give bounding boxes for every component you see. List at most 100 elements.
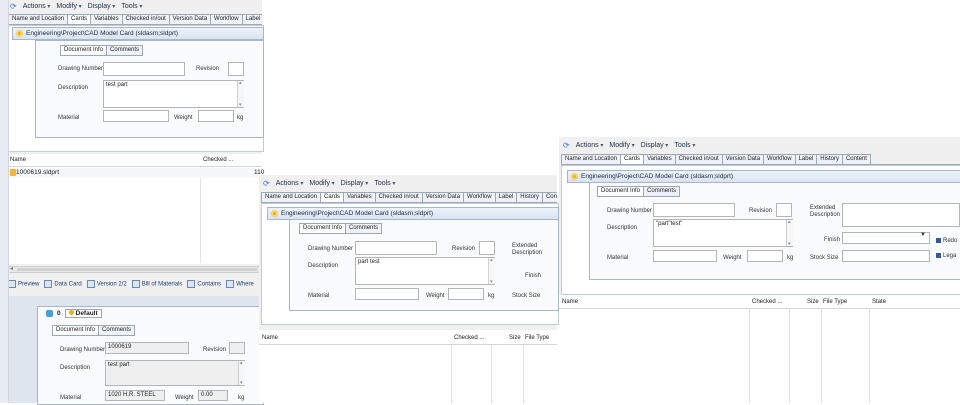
col-checked-3[interactable]: Checked ... <box>752 299 782 305</box>
tab-version-data[interactable]: Version Data <box>168 14 212 24</box>
tab3-label[interactable]: Label <box>794 154 818 164</box>
description-field[interactable]: test part <box>103 80 244 108</box>
tab-label[interactable]: Label <box>241 14 262 24</box>
col-size-3[interactable]: Size <box>807 299 819 305</box>
menu-actions[interactable]: Actions <box>23 3 51 10</box>
lower-subtab-document-info[interactable]: Document Info <box>52 325 100 336</box>
drawing-number-field-2[interactable] <box>355 241 437 255</box>
lower-description-scrollbar[interactable] <box>238 360 245 386</box>
bottom-tab-version[interactable]: Version 2/2 <box>86 280 127 288</box>
scroll-thumb[interactable] <box>17 268 257 271</box>
tab3-version-data[interactable]: Version Data <box>721 154 765 164</box>
tab3-name-location[interactable]: Name and Location <box>561 154 622 164</box>
tab2-cards[interactable]: Cards <box>320 192 345 202</box>
col-type-2[interactable]: File Type <box>525 335 549 341</box>
bottom-tab-contains[interactable]: Contains <box>187 280 221 288</box>
revision-field-3[interactable] <box>776 203 792 217</box>
lega-checkbox[interactable]: Lega <box>936 253 956 259</box>
col-name-2[interactable]: Name <box>262 335 278 341</box>
menu-modify-3[interactable]: Modify <box>609 142 634 149</box>
subtab3-document-info[interactable]: Document Info <box>597 186 645 197</box>
finish-dropdown-arrow-icon[interactable]: ▼ <box>920 232 926 238</box>
col-name-3[interactable]: Name <box>562 299 578 305</box>
weight-field-3[interactable] <box>747 250 783 262</box>
col-checked[interactable]: Checked ... <box>203 157 233 163</box>
bottom-tab-where[interactable]: Where <box>226 280 254 288</box>
col-size-2[interactable]: Size <box>509 335 521 341</box>
tab3-workflow[interactable]: Workflow <box>763 154 796 164</box>
tab2-version-data[interactable]: Version Data <box>421 192 465 202</box>
material-field[interactable] <box>103 110 169 122</box>
tab2-label[interactable]: Label <box>494 192 518 202</box>
description-field-2[interactable]: part test <box>355 257 495 285</box>
tab3-history[interactable]: History <box>816 154 843 164</box>
col-state-3[interactable]: State <box>872 299 886 305</box>
description-scrollbar[interactable] <box>237 80 244 108</box>
weight-field-2[interactable] <box>448 288 484 300</box>
material-field-2[interactable] <box>355 288 419 300</box>
tab2-variables[interactable]: Variables <box>343 192 376 202</box>
col-type-3[interactable]: File Type <box>823 299 847 305</box>
lower-subtab-comments[interactable]: Comments <box>98 325 136 336</box>
tab3-checked[interactable]: Checked in/out <box>674 154 723 164</box>
menu-modify-2[interactable]: Modify <box>309 180 334 187</box>
menu-tools-3[interactable]: Tools <box>674 142 695 149</box>
menu-modify[interactable]: Modify <box>56 3 81 10</box>
menu-tools[interactable]: Tools <box>121 3 142 10</box>
bottom-tab-bom[interactable]: Bill of Materials <box>131 280 182 288</box>
lower-drawing-number-field: 1000619 <box>105 342 189 354</box>
subtab2-document-info[interactable]: Document Info <box>299 223 347 234</box>
description-scrollbar-3[interactable] <box>786 219 793 247</box>
tab3-cards[interactable]: Cards <box>620 154 645 164</box>
revision-field[interactable] <box>228 62 244 76</box>
description-field-3[interactable]: "part"test" <box>653 219 793 247</box>
subtab2-comments[interactable]: Comments <box>345 223 383 234</box>
tab2-workflow[interactable]: Workflow <box>463 192 496 202</box>
subtab-document-info[interactable]: Document Info <box>60 45 108 56</box>
col-checked-2[interactable]: Checked ... <box>454 335 484 341</box>
revision-label-2: Revision <box>452 246 476 252</box>
refresh-icon-2[interactable]: ⟳ <box>263 179 270 188</box>
col-name[interactable]: Name <box>10 157 26 163</box>
config-zero[interactable]: 0 <box>57 310 61 317</box>
horizontal-scrollbar[interactable]: ◂ <box>8 266 262 273</box>
description-scrollbar-2[interactable] <box>488 257 495 285</box>
tab-cards[interactable]: Cards <box>67 14 92 24</box>
tab2-history[interactable]: History <box>516 192 543 202</box>
material-field-3[interactable] <box>653 250 717 262</box>
weight-field[interactable] <box>198 110 234 122</box>
menu-actions-3[interactable]: Actions <box>576 142 604 149</box>
tab-checked[interactable]: Checked in/out <box>121 14 170 24</box>
file-row[interactable]: 1000619.sldprt 110 <box>8 168 264 178</box>
finish-dropdown-3[interactable] <box>842 232 930 244</box>
tab-variables[interactable]: Variables <box>90 14 123 24</box>
config-default[interactable]: Default <box>64 309 102 318</box>
tab2-name-location[interactable]: Name and Location <box>261 192 322 202</box>
bottom-tab-data-card[interactable]: Data Card <box>44 280 82 288</box>
menu-actions-2[interactable]: Actions <box>276 180 304 187</box>
menu-display-3[interactable]: Display <box>641 142 669 149</box>
stock-size-field-3[interactable] <box>842 250 930 262</box>
subtab3-comments[interactable]: Comments <box>643 186 681 197</box>
menu-display[interactable]: Display <box>88 3 116 10</box>
tab2-checked[interactable]: Checked in/out <box>374 192 423 202</box>
revision-field-2[interactable] <box>479 241 495 255</box>
drawing-number-field[interactable] <box>103 62 185 76</box>
file-grid-3 <box>559 295 960 403</box>
bottom-tab-preview[interactable]: Preview <box>8 280 39 288</box>
card-title-3: Engineering\Project\CAD Model Card (slda… <box>581 173 734 180</box>
subtab-comments[interactable]: Comments <box>106 45 144 56</box>
refresh-icon[interactable]: ⟳ <box>10 2 17 11</box>
tab-workflow[interactable]: Workflow <box>210 14 243 24</box>
tab-name-location[interactable]: Name and Location <box>8 14 69 24</box>
redo-checkbox[interactable]: Redo <box>936 238 957 244</box>
tab2-content[interactable]: Content <box>541 192 557 202</box>
tab3-variables[interactable]: Variables <box>643 154 676 164</box>
tab3-content[interactable]: Content <box>841 154 871 164</box>
scroll-left-icon[interactable]: ◂ <box>10 265 13 272</box>
extended-description-field-3[interactable] <box>842 203 960 227</box>
refresh-icon-3[interactable]: ⟳ <box>563 141 570 150</box>
menu-display-2[interactable]: Display <box>341 180 369 187</box>
drawing-number-field-3[interactable] <box>653 203 735 217</box>
menu-tools-2[interactable]: Tools <box>374 180 395 187</box>
